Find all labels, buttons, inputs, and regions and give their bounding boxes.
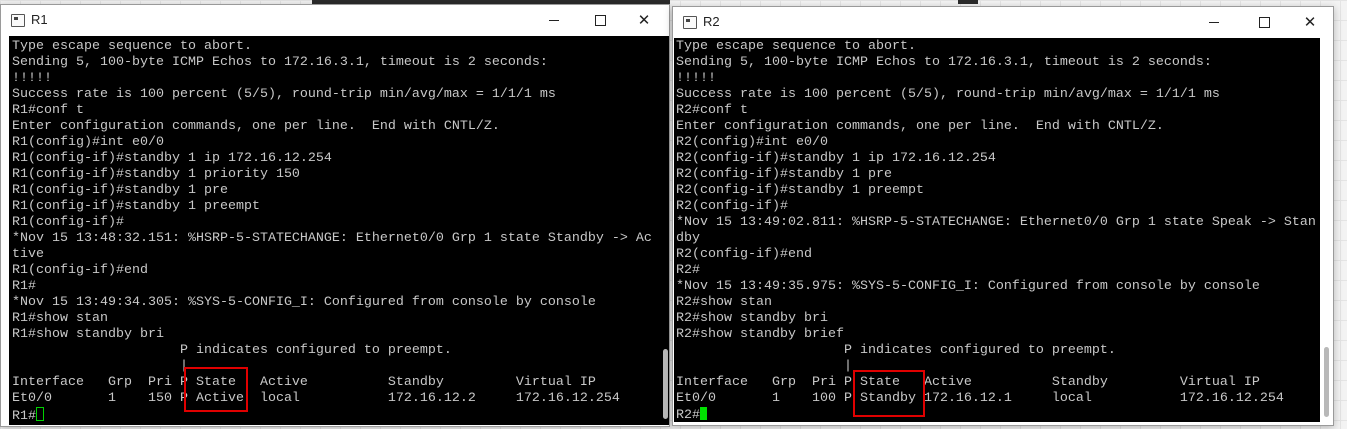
title-bar[interactable]: R2 ✕: [673, 7, 1333, 37]
terminal-line: Type escape sequence to abort.: [676, 39, 916, 54]
terminal-line: R2#show standby brief: [676, 327, 844, 342]
terminal-line: tive: [12, 247, 44, 262]
minimize-icon: [549, 19, 559, 21]
terminal-line: R2#: [676, 263, 700, 278]
terminal-line: *Nov 15 13:49:02.811: %HSRP-5-STATECHANG…: [676, 215, 1316, 230]
terminal-line: |: [12, 359, 188, 374]
terminal-line: R1(config-if)#standby 1 pre: [12, 183, 228, 198]
close-icon: ✕: [1303, 13, 1317, 31]
terminal-line: R2(config-if)#standby 1 preempt: [676, 183, 924, 198]
state-highlight-box: [184, 367, 248, 412]
terminal-line: R2#show standby bri: [676, 311, 828, 326]
title-bar[interactable]: R1 ✕: [1, 5, 669, 35]
terminal-line: Enter configuration commands, one per li…: [676, 119, 1164, 134]
terminal-line: R1(config-if)#standby 1 priority 150: [12, 167, 300, 182]
minimize-icon: [1209, 21, 1219, 23]
terminal-line: R1(config-if)#standby 1 preempt: [12, 199, 260, 214]
terminal-line: *Nov 15 13:48:32.151: %HSRP-5-STATECHANG…: [12, 231, 652, 246]
terminal-line: R1#show stan: [12, 311, 108, 326]
terminal-output[interactable]: Type escape sequence to abort. Sending 5…: [674, 38, 1320, 422]
terminal-line: !!!!!: [12, 71, 52, 86]
terminal-line: R2(config-if)#standby 1 ip 172.16.12.254: [676, 151, 996, 166]
minimize-button[interactable]: [531, 5, 577, 35]
terminal-line: dby: [676, 231, 700, 246]
terminal-line: R1#show standby bri: [12, 327, 164, 342]
terminal-line: R1(config-if)#end: [12, 263, 148, 278]
terminal-line: P indicates configured to preempt.: [12, 343, 452, 358]
minimize-button[interactable]: [1191, 7, 1237, 37]
terminal-line: |: [676, 359, 852, 374]
terminal-window-r2[interactable]: R2 ✕ Type escape sequence to abort. Send…: [672, 6, 1334, 426]
terminal-line: R1#: [12, 279, 36, 294]
terminal-line: R2(config-if)#end: [676, 247, 812, 262]
close-icon: ✕: [637, 11, 651, 29]
terminal-line: P indicates configured to preempt.: [676, 343, 1116, 358]
terminal-line: R1#conf t: [12, 103, 84, 118]
terminal-app-icon[interactable]: [683, 16, 697, 29]
cursor: [700, 407, 707, 420]
prompt: R1#: [12, 409, 36, 424]
scrollbar[interactable]: [663, 349, 668, 419]
terminal-window-r1[interactable]: R1 ✕ Type escape sequence to abort. Send…: [0, 4, 670, 427]
terminal-line: Sending 5, 100-byte ICMP Echos to 172.16…: [12, 55, 548, 70]
terminal-line: Sending 5, 100-byte ICMP Echos to 172.16…: [676, 55, 1212, 70]
window-title: R1: [31, 12, 48, 27]
terminal-output[interactable]: Type escape sequence to abort. Sending 5…: [9, 36, 669, 425]
terminal-line: Et0/0 1 150 P Active local 172.16.12.2 1…: [12, 391, 620, 406]
maximize-icon: [1258, 16, 1270, 28]
terminal-line: Success rate is 100 percent (5/5), round…: [676, 87, 1220, 102]
maximize-button[interactable]: [1241, 7, 1287, 37]
prompt: R2#: [676, 408, 700, 422]
terminal-line: Type escape sequence to abort.: [12, 39, 252, 54]
terminal-line: R1(config-if)#: [12, 215, 124, 230]
terminal-line: R2#conf t: [676, 103, 748, 118]
maximize-button[interactable]: [577, 5, 623, 35]
terminal-line: R2(config)#int e0/0: [676, 135, 828, 150]
state-highlight-box: [853, 370, 925, 417]
prompt-line[interactable]: R2#: [676, 407, 1320, 422]
cursor: [36, 407, 44, 421]
terminal-line: R2#show stan: [676, 295, 772, 310]
terminal-line: R2(config-if)#: [676, 199, 788, 214]
terminal-line: Interface Grp Pri P State Active Standby…: [676, 375, 1260, 390]
close-button[interactable]: ✕: [621, 5, 667, 35]
background-window-edge: [958, 0, 978, 4]
terminal-line: R1(config-if)#standby 1 ip 172.16.12.254: [12, 151, 332, 166]
window-title: R2: [703, 14, 720, 29]
terminal-line: Et0/0 1 100 P Standby 172.16.12.1 local …: [676, 391, 1284, 406]
terminal-app-icon[interactable]: [11, 14, 25, 27]
terminal-line: R2(config-if)#standby 1 pre: [676, 167, 892, 182]
prompt-line[interactable]: R1#: [12, 407, 669, 424]
maximize-icon: [594, 14, 606, 26]
scrollbar[interactable]: [1324, 347, 1329, 417]
terminal-line: R1(config)#int e0/0: [12, 135, 164, 150]
terminal-line: *Nov 15 13:49:35.975: %SYS-5-CONFIG_I: C…: [676, 279, 1260, 294]
terminal-line: !!!!!: [676, 71, 716, 86]
terminal-line: Enter configuration commands, one per li…: [12, 119, 500, 134]
close-button[interactable]: ✕: [1287, 7, 1333, 37]
terminal-line: *Nov 15 13:49:34.305: %SYS-5-CONFIG_I: C…: [12, 295, 596, 310]
terminal-line: Interface Grp Pri P State Active Standby…: [12, 375, 596, 390]
terminal-line: Success rate is 100 percent (5/5), round…: [12, 87, 556, 102]
